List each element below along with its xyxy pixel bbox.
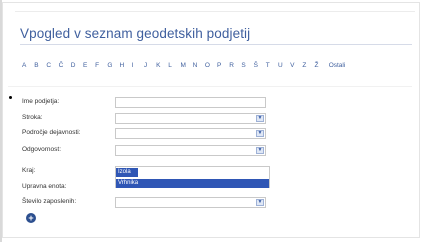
profession-select[interactable]: ▼ <box>115 113 266 124</box>
plus-circle-icon[interactable]: + <box>26 213 36 223</box>
letter-i[interactable]: I <box>132 62 144 69</box>
bullet-marker <box>9 96 12 99</box>
activity-area-label: Področje dejavnosti: <box>22 129 81 136</box>
form-row-admin-unit: Upravna enota: <box>22 182 272 194</box>
company-name-input[interactable] <box>115 97 266 108</box>
letter-s[interactable]: S <box>241 62 253 69</box>
activity-area-select[interactable]: ▼ <box>115 128 266 139</box>
form-row-activity: Področje dejavnosti: ▼ <box>22 128 272 140</box>
letter-v[interactable]: V <box>290 62 302 69</box>
admin-unit-label: Upravna enota: <box>22 183 67 190</box>
letter-t[interactable]: T <box>266 62 278 69</box>
company-name-label: Ime podjetja: <box>22 98 60 105</box>
content-divider <box>8 86 412 87</box>
letter-o[interactable]: O <box>205 62 217 69</box>
letter-e[interactable]: E <box>83 62 95 69</box>
place-option-selected[interactable]: Izola <box>116 168 138 177</box>
page-title: Vpogled v seznam geodetskih podjetij <box>20 26 251 41</box>
place-label: Kraj: <box>22 167 36 174</box>
letter-h[interactable]: H <box>120 62 132 69</box>
letter-a[interactable]: A <box>22 62 34 69</box>
letter-u[interactable]: U <box>278 62 290 69</box>
employees-count-label: Število zaposlenih: <box>22 198 77 205</box>
responsibility-select[interactable]: ▼ <box>115 145 266 156</box>
letter-k[interactable]: K <box>156 62 168 69</box>
profession-label: Stroka: <box>22 114 43 121</box>
chevron-down-icon[interactable]: ▼ <box>256 147 264 154</box>
letter-g[interactable]: G <box>107 62 119 69</box>
title-divider <box>20 44 412 45</box>
letter-f[interactable]: F <box>95 62 107 69</box>
responsibility-label: Odgovornost: <box>22 146 62 153</box>
chevron-down-icon[interactable]: ▼ <box>256 115 264 122</box>
letter-p[interactable]: P <box>217 62 229 69</box>
top-divider <box>15 11 415 12</box>
letter-b[interactable]: B <box>34 62 46 69</box>
form-row-employees: Število zaposlenih: ▼ <box>22 197 272 209</box>
letter-j[interactable]: J <box>144 62 156 69</box>
letter-m[interactable]: M <box>180 62 192 69</box>
alphabet-filter: A B C Č D E F G H I J K L M N O P R S Š … <box>22 58 414 72</box>
form-row-responsibility: Odgovornost: ▼ <box>22 145 272 157</box>
form-row-company: Ime podjetja: <box>22 97 272 109</box>
letter-n[interactable]: N <box>193 62 205 69</box>
letter-d[interactable]: D <box>71 62 83 69</box>
employees-count-select[interactable]: ▼ <box>115 197 266 208</box>
letter-z[interactable]: Z <box>302 62 314 69</box>
letter-z-caron[interactable]: Ž <box>315 62 327 69</box>
letter-r[interactable]: R <box>229 62 241 69</box>
letter-other-link[interactable]: Ostali <box>329 62 346 69</box>
chevron-down-icon[interactable]: ▼ <box>256 199 264 206</box>
chevron-down-icon[interactable]: ▼ <box>256 130 264 137</box>
form-row-profession: Stroka: ▼ <box>22 113 272 125</box>
letter-c-caron[interactable]: Č <box>59 62 71 69</box>
letter-s-caron[interactable]: Š <box>254 62 266 69</box>
letter-c[interactable]: C <box>46 62 58 69</box>
letter-l[interactable]: L <box>168 62 180 69</box>
